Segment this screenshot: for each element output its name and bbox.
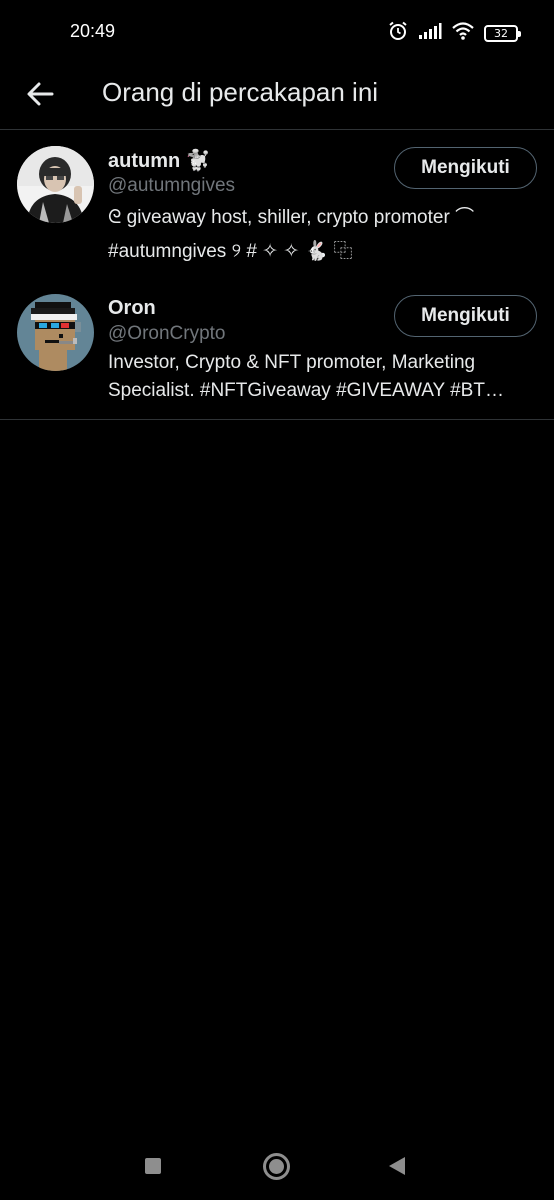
home-circle-icon[interactable]	[263, 1153, 290, 1180]
user-list-item[interactable]: autumn 🐩 @autumngives ᘓ giveaway host, s…	[0, 131, 554, 274]
status-time: 20:49	[70, 21, 116, 41]
user-handle: @autumngives	[108, 175, 236, 196]
alarm-icon	[387, 20, 409, 47]
user-list-item[interactable]: Oron @OronCrypto Investor, Crypto & NFT …	[0, 274, 554, 420]
status-icons: 32	[387, 20, 521, 47]
battery-icon: 32	[484, 25, 521, 42]
following-button[interactable]: Mengikuti	[394, 147, 537, 189]
home-circle-inner	[269, 1159, 284, 1174]
user-handle: @OronCrypto	[108, 323, 226, 344]
page-title: Orang di percakapan ini	[102, 77, 379, 107]
signal-icon	[418, 22, 442, 45]
status-bar: 20:49 32	[0, 0, 554, 62]
back-button[interactable]	[22, 76, 58, 112]
avatar[interactable]	[17, 146, 94, 223]
wifi-icon	[451, 21, 475, 46]
user-display-name[interactable]: Oron	[108, 297, 156, 320]
following-button[interactable]: Mengikuti	[394, 295, 537, 337]
user-bio: ᘓ giveaway host, shiller, crypto promote…	[108, 207, 475, 262]
system-nav-bar	[0, 1134, 554, 1200]
recents-square-icon[interactable]	[145, 1158, 161, 1174]
user-display-name[interactable]: autumn 🐩	[108, 148, 211, 173]
avatar[interactable]	[17, 294, 94, 371]
back-triangle-icon[interactable]	[389, 1157, 405, 1175]
page-header: Orang di percakapan ini	[0, 62, 554, 130]
arrow-left-icon	[27, 82, 54, 106]
user-bio: Investor, Crypto & NFT promoter, Marketi…	[108, 352, 504, 401]
